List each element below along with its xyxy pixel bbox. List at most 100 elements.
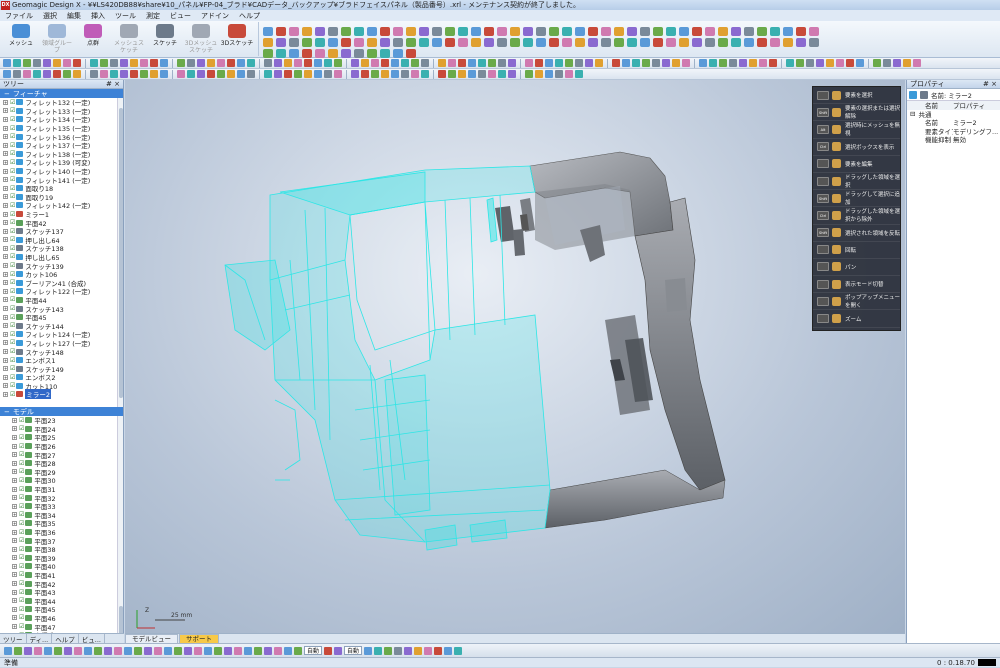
ribbon-tool-icon[interactable]	[484, 27, 494, 36]
toolbar-tool-icon[interactable]	[90, 59, 98, 67]
toolbar-tool-icon[interactable]	[391, 59, 399, 67]
toolbar-tool-icon[interactable]	[187, 59, 195, 67]
feature-section-header[interactable]: − フィーチャ	[0, 89, 123, 98]
visibility-check-icon[interactable]: ☑	[10, 219, 15, 226]
toolbar-tool-icon[interactable]	[488, 59, 496, 67]
visibility-check-icon[interactable]: ☑	[10, 296, 15, 303]
ribbon-tool-icon[interactable]	[549, 27, 559, 36]
ribbon-tool-icon[interactable]	[588, 38, 598, 47]
ribbon-tool-icon[interactable]	[627, 38, 637, 47]
toolbar-tool-icon[interactable]	[304, 70, 312, 78]
visibility-check-icon[interactable]: ☑	[19, 520, 24, 527]
tree-item[interactable]: + ☑ ミラー2	[0, 389, 123, 400]
expand-icon[interactable]: +	[12, 426, 17, 432]
ribbon-tool-icon[interactable]	[692, 38, 702, 47]
toolbar-tool-icon[interactable]	[207, 70, 215, 78]
toolbar-tool-icon[interactable]	[247, 59, 255, 67]
expand-icon[interactable]: +	[12, 469, 17, 475]
toolbar-tool-icon[interactable]	[361, 70, 369, 78]
expand-icon[interactable]: +	[12, 486, 17, 492]
toolbar-tool-icon[interactable]	[130, 59, 138, 67]
view-tool-icon[interactable]	[174, 646, 182, 655]
viewport-tab[interactable]: サポート	[179, 634, 219, 643]
visibility-check-icon[interactable]: ☑	[10, 365, 15, 372]
expand-icon[interactable]: +	[3, 349, 8, 355]
toolbar-tool-icon[interactable]	[294, 59, 302, 67]
expand-icon[interactable]: +	[3, 340, 8, 346]
tree-panel-pin-close[interactable]: # ×	[106, 80, 120, 88]
left-panel-tab[interactable]: ツリー	[0, 633, 27, 644]
ribbon-tool-icon[interactable]	[562, 38, 572, 47]
toolbar-tool-icon[interactable]	[856, 59, 864, 67]
view-tool-icon[interactable]	[364, 646, 373, 655]
toolbar-tool-icon[interactable]	[284, 70, 292, 78]
tree-item[interactable]: + ☑ 平面24	[0, 425, 123, 434]
visibility-check-icon[interactable]: ☑	[19, 571, 24, 578]
toolbar-tool-icon[interactable]	[197, 70, 205, 78]
left-panel-tab[interactable]: ビュ...	[79, 633, 105, 644]
view-tool-icon[interactable]	[374, 646, 383, 655]
expand-icon[interactable]: +	[12, 434, 17, 440]
ribbon-tool-icon[interactable]	[627, 27, 637, 36]
toolbar-tool-icon[interactable]	[140, 70, 148, 78]
toolbar-tool-icon[interactable]	[478, 59, 486, 67]
expand-icon[interactable]: +	[12, 546, 17, 552]
visibility-check-icon[interactable]: ☑	[19, 460, 24, 467]
ribbon-tool-icon[interactable]	[328, 38, 338, 47]
ribbon-tool-icon[interactable]	[367, 49, 377, 58]
view-tool-icon[interactable]	[54, 646, 62, 655]
tree-item[interactable]: + ☑ スケッチ148	[0, 347, 123, 357]
cad-model-render[interactable]: 25 mm Z	[125, 80, 905, 633]
expand-icon[interactable]: +	[3, 142, 8, 148]
expand-icon[interactable]: +	[12, 520, 17, 526]
view-tool-icon[interactable]	[454, 646, 463, 655]
view-tool-icon[interactable]	[94, 646, 102, 655]
sort-category-icon[interactable]	[909, 90, 917, 99]
visibility-check-icon[interactable]: ☑	[19, 468, 24, 475]
ribbon-tool-icon[interactable]	[731, 27, 741, 36]
view-tool-icon[interactable]	[84, 646, 92, 655]
ribbon-tool-icon[interactable]	[380, 49, 390, 58]
ribbon-tool-icon[interactable]	[718, 38, 728, 47]
tree-item[interactable]: + ☑ 平面27	[0, 450, 123, 460]
toolbar-tool-icon[interactable]	[100, 59, 108, 67]
ribbon-tool-icon[interactable]	[718, 27, 728, 36]
visibility-check-icon[interactable]: ☑	[19, 477, 24, 484]
tree-item[interactable]: + ☑ 平面32	[0, 493, 123, 503]
toolbar-tool-icon[interactable]	[217, 70, 225, 78]
visibility-check-icon[interactable]: ☑	[19, 443, 24, 450]
toolbar-tool-icon[interactable]	[381, 70, 389, 78]
expand-icon[interactable]: +	[12, 512, 17, 518]
ribbon-tool-icon[interactable]	[419, 27, 429, 36]
toolbar-tool-icon[interactable]	[227, 59, 235, 67]
expand-icon[interactable]: +	[3, 383, 8, 389]
expand-icon[interactable]: +	[3, 185, 8, 191]
toolbar-tool-icon[interactable]	[421, 70, 429, 78]
ribbon-tool-icon[interactable]	[783, 27, 793, 36]
expand-icon[interactable]: +	[3, 237, 8, 243]
ribbon-tool-icon[interactable]	[523, 27, 533, 36]
ribbon-tool-icon[interactable]	[510, 38, 520, 47]
expand-icon[interactable]: +	[12, 452, 17, 458]
ribbon-tool-icon[interactable]	[354, 49, 364, 58]
ribbon-tool-icon[interactable]	[757, 38, 767, 47]
visibility-check-icon[interactable]: ☑	[19, 451, 24, 458]
expand-icon[interactable]: +	[12, 581, 17, 587]
toolbar-tool-icon[interactable]	[207, 59, 215, 67]
toolbar-tool-icon[interactable]	[699, 59, 707, 67]
toolbar-tool-icon[interactable]	[63, 70, 71, 78]
tree-item[interactable]: + ☑ スケッチ139	[0, 261, 123, 271]
ribbon-tool-icon[interactable]	[458, 38, 468, 47]
toolbar-tool-icon[interactable]	[411, 59, 419, 67]
toolbar-tool-icon[interactable]	[903, 59, 911, 67]
tree-item[interactable]: + ☑ スケッチ149	[0, 364, 123, 374]
expand-icon[interactable]: +	[3, 374, 8, 380]
toolbar-tool-icon[interactable]	[23, 59, 31, 67]
view-tool-icon[interactable]	[184, 646, 192, 655]
view-tool-icon[interactable]	[74, 646, 82, 655]
toolbar-tool-icon[interactable]	[53, 70, 61, 78]
visibility-check-icon[interactable]: ☑	[10, 150, 15, 157]
view-tool-icon[interactable]	[414, 646, 423, 655]
toolbar-tool-icon[interactable]	[401, 59, 409, 67]
toolbar-tool-icon[interactable]	[314, 59, 322, 67]
